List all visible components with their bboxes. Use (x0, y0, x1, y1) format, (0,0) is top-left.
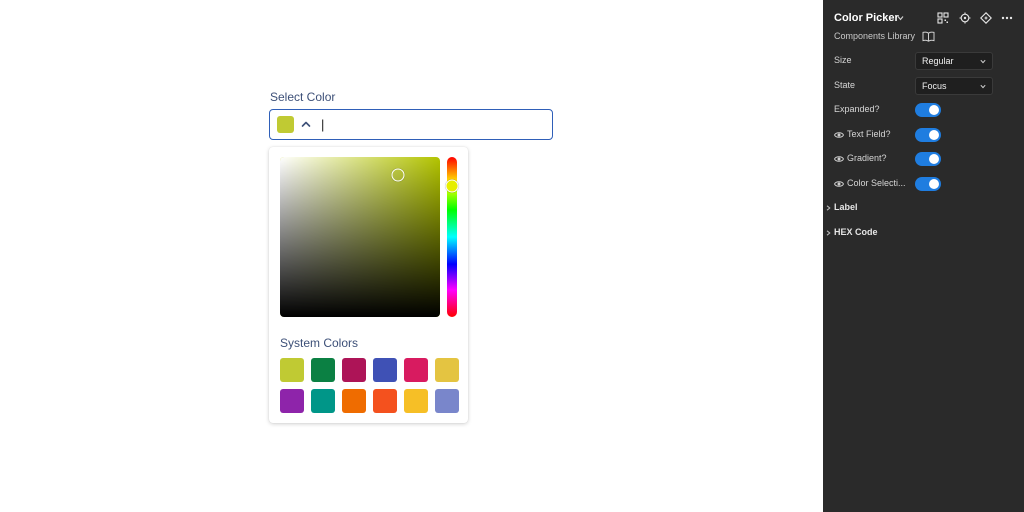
component-icon[interactable] (980, 12, 992, 24)
system-color-swatch[interactable] (435, 358, 459, 382)
prop-color-selection-label: Color Selecti... (847, 178, 906, 188)
prop-size-label: Size (834, 55, 852, 65)
prop-state-label: State (834, 80, 856, 90)
color-picker-dropdown: System Colors (269, 147, 468, 423)
prop-gradient-label: Gradient? (847, 153, 887, 163)
chevron-right-icon (826, 230, 831, 236)
size-select[interactable]: Regular (915, 52, 993, 70)
eye-icon[interactable] (834, 131, 844, 139)
prop-text-field-label: Text Field? (847, 129, 891, 139)
expanded-toggle[interactable] (915, 103, 941, 117)
section-hex-code[interactable]: HEX Code (823, 226, 1024, 240)
selected-color-swatch[interactable] (277, 116, 294, 133)
system-color-swatch[interactable] (373, 389, 397, 413)
hue-slider-handle[interactable] (445, 179, 459, 193)
target-icon[interactable] (959, 12, 971, 24)
prop-color-selection: Color Selecti... (823, 175, 1024, 193)
gradient-toggle[interactable] (915, 152, 941, 166)
properties-panel: Color Picker Components Library Size Reg… (823, 0, 1024, 512)
size-select-value: Regular (922, 56, 954, 66)
book-icon[interactable] (922, 31, 935, 42)
prop-size: Size Regular (823, 52, 1024, 70)
system-color-swatch[interactable] (342, 389, 366, 413)
state-select[interactable]: Focus (915, 77, 993, 95)
section-label[interactable]: Label (823, 201, 1024, 215)
system-color-swatch[interactable] (404, 389, 428, 413)
more-icon[interactable] (1001, 12, 1013, 24)
grid-icon[interactable] (937, 12, 949, 24)
system-colors-grid (280, 358, 459, 413)
system-color-swatch[interactable] (373, 358, 397, 382)
prop-expanded-label: Expanded? (834, 104, 880, 114)
system-color-swatch[interactable] (435, 389, 459, 413)
system-color-swatch[interactable] (280, 358, 304, 382)
chevron-down-icon (980, 84, 986, 89)
panel-subtitle: Components Library (834, 31, 916, 41)
section-hex-code-title: HEX Code (834, 227, 878, 237)
design-canvas: Select Color | System Colors (0, 0, 823, 512)
system-color-swatch[interactable] (280, 389, 304, 413)
text-field-toggle[interactable] (915, 128, 941, 142)
chevron-down-icon[interactable] (897, 15, 904, 21)
chevron-up-icon[interactable] (300, 118, 312, 130)
system-colors-title: System Colors (280, 336, 359, 350)
color-selection-toggle[interactable] (915, 177, 941, 191)
prop-gradient: Gradient? (823, 150, 1024, 168)
field-label: Select Color (270, 90, 336, 104)
eye-icon[interactable] (834, 155, 844, 163)
prop-state: State Focus (823, 77, 1024, 95)
color-input[interactable]: | (269, 109, 553, 140)
saturation-value-handle[interactable] (391, 168, 405, 182)
system-color-swatch[interactable] (311, 358, 335, 382)
chevron-right-icon (826, 205, 831, 211)
saturation-value-area[interactable] (280, 157, 440, 317)
prop-text-field: Text Field? (823, 126, 1024, 144)
section-label-title: Label (834, 202, 858, 212)
panel-title[interactable]: Color Picker (834, 12, 899, 24)
prop-expanded: Expanded? (823, 101, 1024, 119)
eye-icon[interactable] (834, 180, 844, 188)
chevron-down-icon (980, 59, 986, 64)
state-select-value: Focus (922, 81, 947, 91)
input-text[interactable]: | (321, 117, 324, 132)
system-color-swatch[interactable] (311, 389, 335, 413)
system-color-swatch[interactable] (342, 358, 366, 382)
system-color-swatch[interactable] (404, 358, 428, 382)
